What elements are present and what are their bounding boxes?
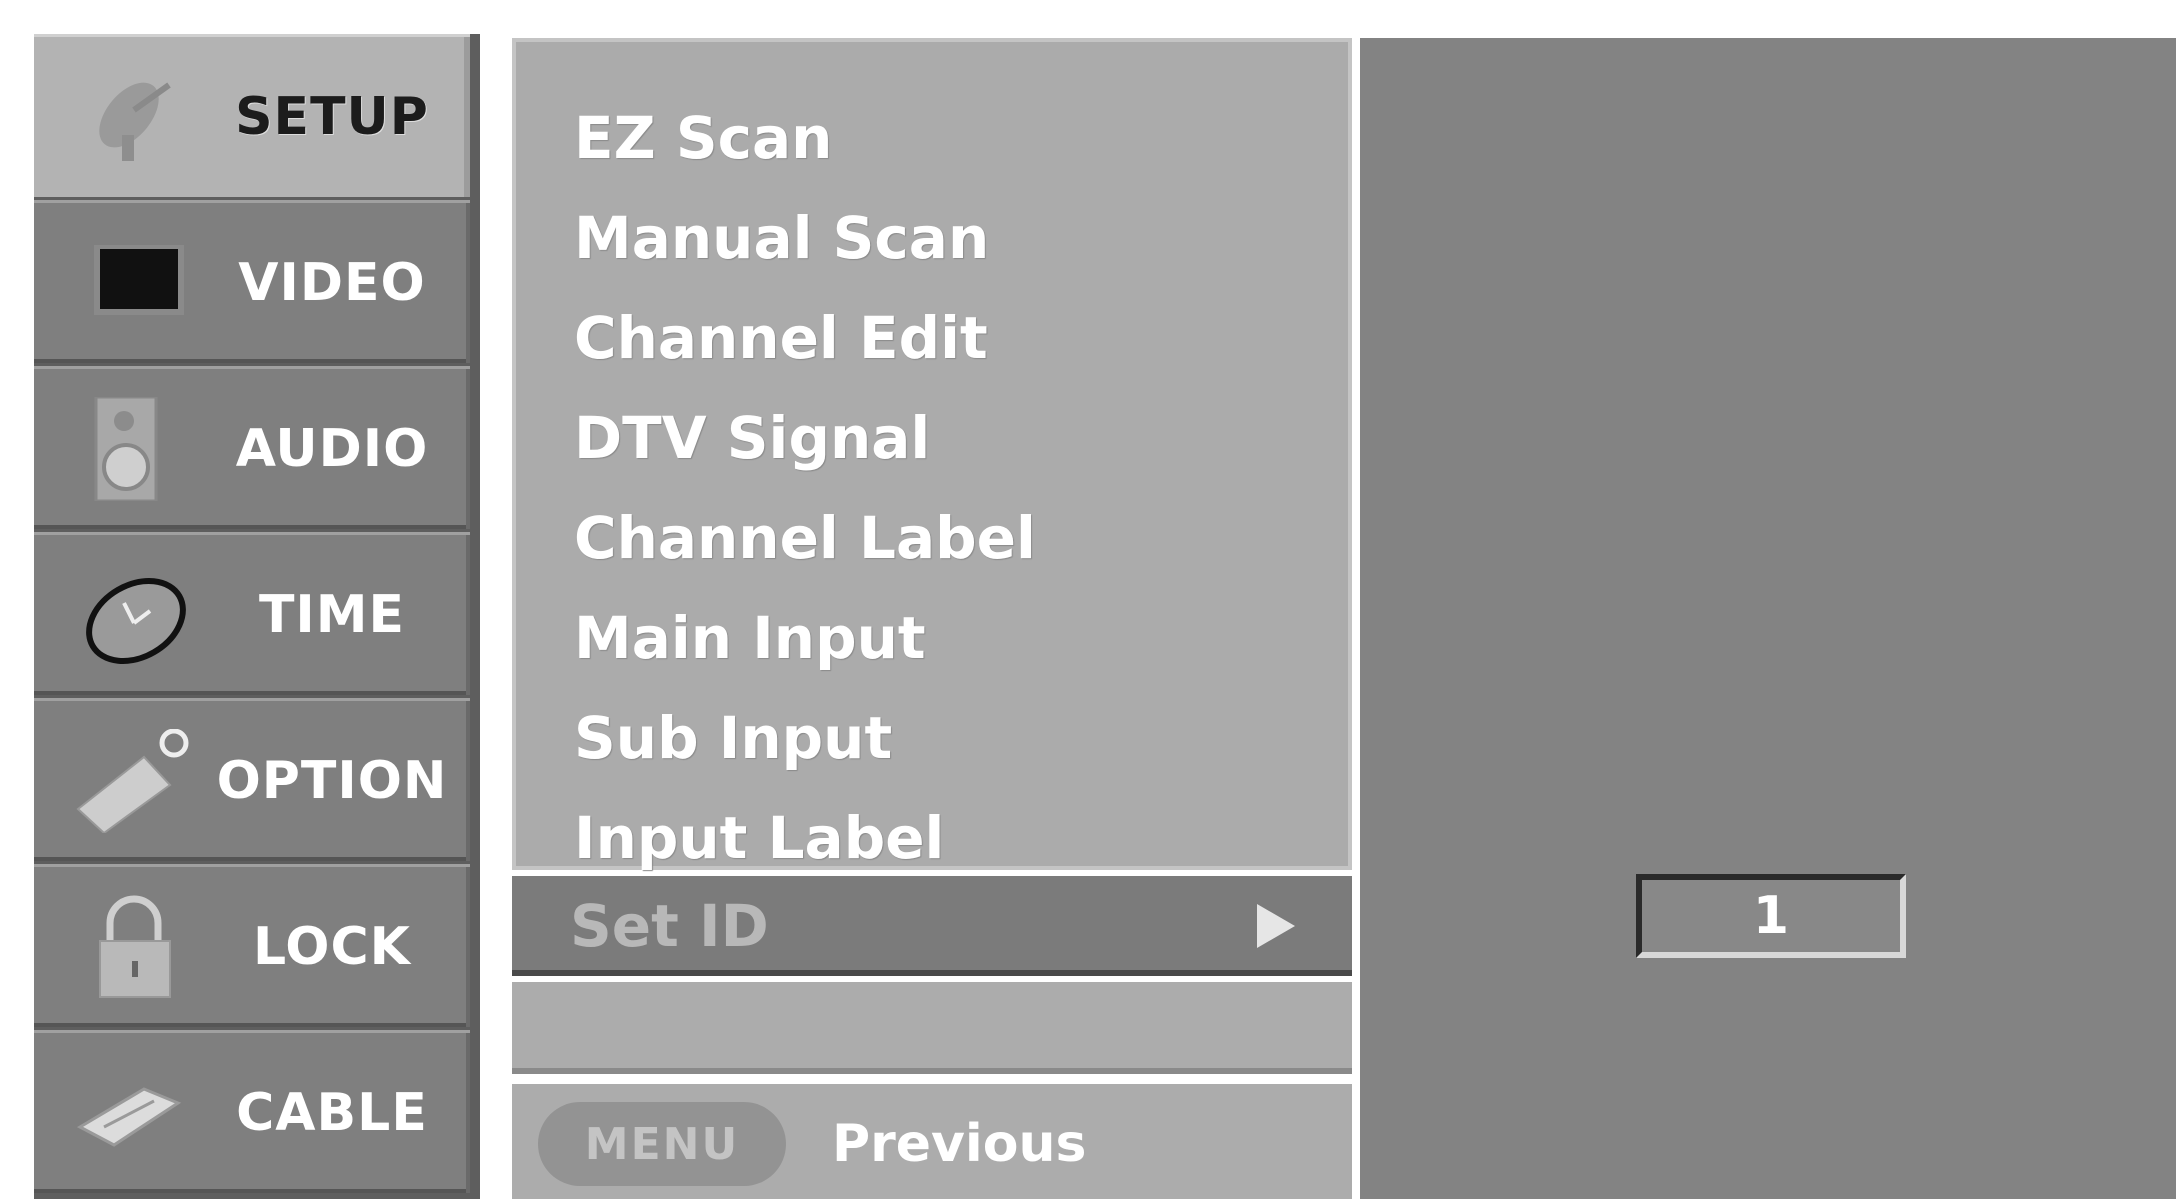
tab-label-audio: AUDIO: [235, 419, 429, 479]
tab-audio[interactable]: AUDIO: [34, 366, 470, 529]
tab-label-option: OPTION: [216, 751, 448, 811]
tab-lock[interactable]: LOCK: [34, 864, 470, 1027]
set-id-value-field[interactable]: 1: [1636, 874, 1906, 958]
clock-icon: [86, 578, 186, 664]
menu-button[interactable]: MENU: [538, 1102, 786, 1186]
previous-label: Previous: [832, 1114, 1087, 1174]
menu-footer: MENU Previous: [512, 1084, 1352, 1199]
menu-item-input-label[interactable]: Input Label: [574, 788, 944, 888]
tab-option[interactable]: OPTION: [34, 698, 470, 861]
value-area: 1: [1360, 38, 2176, 1199]
tab-label-lock: LOCK: [253, 917, 411, 977]
setup-menu-panel: EZ Scan Manual Scan Channel Edit DTV Sig…: [512, 38, 1352, 872]
tab-label-setup: SETUP: [235, 87, 429, 147]
tv-screen-icon: [94, 245, 184, 315]
set-id-label: Set ID: [570, 892, 769, 960]
tag-icon: [76, 729, 189, 833]
tab-setup[interactable]: SETUP: [34, 34, 470, 197]
menu-item-channel-edit[interactable]: Channel Edit: [574, 288, 988, 388]
tab-time[interactable]: TIME: [34, 532, 470, 695]
tab-video[interactable]: VIDEO: [34, 200, 470, 363]
menu-item-channel-label[interactable]: Channel Label: [574, 488, 1036, 588]
menu-item-dtv-signal[interactable]: DTV Signal: [574, 388, 930, 488]
padlock-icon: [99, 895, 171, 998]
menu-item-ez-scan[interactable]: EZ Scan: [574, 88, 832, 188]
category-sidebar: SETUP VIDEO AUDIO TIME OPTION LOCK CABLE: [34, 34, 480, 1199]
cable-icon: [76, 1087, 182, 1147]
menu-item-set-id[interactable]: Set ID: [512, 876, 1352, 976]
right-arrow-icon: [1257, 904, 1295, 948]
satellite-dish-icon: [99, 82, 171, 161]
empty-menu-row: [512, 982, 1352, 1074]
tab-label-time: TIME: [258, 585, 406, 645]
tab-label-cable: CABLE: [236, 1083, 428, 1143]
tab-cable[interactable]: CABLE: [34, 1030, 470, 1193]
menu-item-main-input[interactable]: Main Input: [574, 588, 926, 688]
menu-item-sub-input[interactable]: Sub Input: [574, 688, 892, 788]
menu-item-manual-scan[interactable]: Manual Scan: [574, 188, 989, 288]
speaker-icon: [94, 397, 158, 501]
tab-label-video: VIDEO: [238, 253, 426, 313]
